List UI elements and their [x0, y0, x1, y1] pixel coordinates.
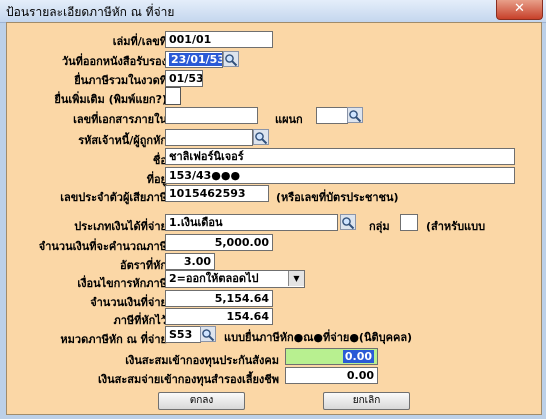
group-note: (สำหรับแบบ [426, 220, 486, 233]
issue-date-search-button[interactable] [223, 51, 239, 67]
wht-category-label: หมวดภาษีหัก ณ ที่จ่าย [60, 333, 167, 346]
address-field[interactable]: 153/43●●● [165, 167, 515, 184]
taxable-amount-field[interactable]: 5,000.00 [165, 234, 273, 251]
wht-category-field[interactable]: S53 [165, 326, 201, 343]
tax-id-label: เลขประจำตัวผู้เสียภาษี [60, 191, 167, 204]
issue-date-label: วันที่ออกหนังสือรับรอง [61, 55, 167, 68]
tax-withheld-label: ภาษีที่หักไว้ [113, 314, 167, 327]
income-type-label: ประเภทเงินได้ที่จ่าย [74, 220, 167, 233]
rate-label: อัตราที่หัก [120, 259, 167, 272]
payee-code-label: รหัสเจ้าหนี้/ผู้ถูกหัก [78, 134, 167, 147]
provident-fund-field[interactable]: 0.00 [285, 367, 378, 384]
title-bar: ป้อนรายละเอียดภาษีหัก ณ ที่จ่าย [0, 0, 546, 23]
social-security-label: เงินสะสมเข้ากองทุนประกันสังคม [125, 354, 279, 367]
group-label: กลุ่ม [369, 220, 390, 233]
tax-id-field[interactable]: 1015462593 [165, 185, 269, 202]
search-icon [202, 329, 215, 342]
search-icon [342, 217, 355, 230]
condition-value: 2=ออกให้ตลอดไป [169, 272, 259, 285]
search-icon [349, 110, 362, 123]
condition-select[interactable]: 2=ออกให้ตลอดไป ▼ [165, 270, 305, 288]
tax-withheld-field[interactable]: 154.64 [165, 308, 273, 325]
cancel-button[interactable]: ยกเลิก [323, 392, 410, 410]
search-icon [225, 54, 238, 67]
amount-paid-label: จำนวนเงินที่จ่าย [90, 296, 167, 309]
provident-fund-label: เงินสะสมจ่ายเข้ากองทุนสำรองเลี้ยงชีพ [98, 373, 279, 386]
additional-filing-checkbox[interactable] [165, 87, 181, 105]
filing-period-label: ยื่นภาษีรวมในงวดที่ [74, 74, 167, 87]
additional-filing-label: ยื่นเพิ่มเติม (พิมพ์แยก?) [54, 93, 167, 106]
condition-label: เงื่อนไขการหักภาษี [77, 277, 167, 290]
group-field[interactable] [400, 214, 418, 231]
name-field[interactable]: ชาลิเฟอร์นิเจอร์ [165, 148, 515, 165]
tax-id-note: (หรือเลขที่บัตรประชาชน) [276, 191, 399, 204]
internal-doc-field[interactable] [165, 107, 258, 124]
issue-date-field[interactable]: 23/01/53 [165, 51, 223, 68]
department-search-button[interactable] [347, 107, 363, 123]
close-button[interactable]: ✕ [496, 0, 543, 20]
internal-doc-label: เลขที่เอกสารภายใน [73, 113, 167, 126]
ok-button[interactable]: ตกลง [158, 392, 245, 410]
book-no-label: เล่มที่/เลขที่ [112, 35, 167, 48]
department-field[interactable] [316, 107, 348, 124]
chevron-down-icon[interactable]: ▼ [288, 271, 304, 286]
amount-paid-field[interactable]: 5,154.64 [165, 290, 273, 307]
search-icon [255, 132, 268, 145]
payee-search-button[interactable] [253, 129, 269, 145]
income-type-field[interactable]: 1.เงินเดือน [165, 214, 338, 231]
wht-category-search-button[interactable] [200, 326, 216, 342]
social-security-field[interactable]: 0.00 [285, 348, 378, 365]
taxable-amount-label: จำนวนเงินที่จะคำนวณภาษี [38, 240, 167, 253]
window-title: ป้อนรายละเอียดภาษีหัก ณ ที่จ่าย [6, 5, 175, 19]
book-no-field[interactable]: 001/01 [165, 31, 273, 48]
form-panel: เล่มที่/เลขที่ 001/01 วันที่ออกหนังสือรั… [6, 22, 542, 415]
social-security-value: 0.00 [342, 350, 374, 363]
address-label: ที่อยู่ [146, 173, 167, 186]
dialog-window: ป้อนรายละเอียดภาษีหัก ณ ที่จ่าย ✕ เล่มที… [0, 0, 546, 419]
payee-code-field[interactable] [165, 129, 253, 146]
income-type-search-button[interactable] [340, 214, 356, 230]
wht-category-note: แบบยื่นภาษีหัก●ณ●ที่จ่าย●(นิติบุคคล) [224, 331, 413, 344]
department-label: แผนก [275, 113, 303, 126]
filing-period-field[interactable]: 01/53 [165, 70, 203, 87]
rate-field[interactable]: 3.00 [165, 253, 215, 270]
issue-date-value: 23/01/53 [169, 53, 222, 66]
